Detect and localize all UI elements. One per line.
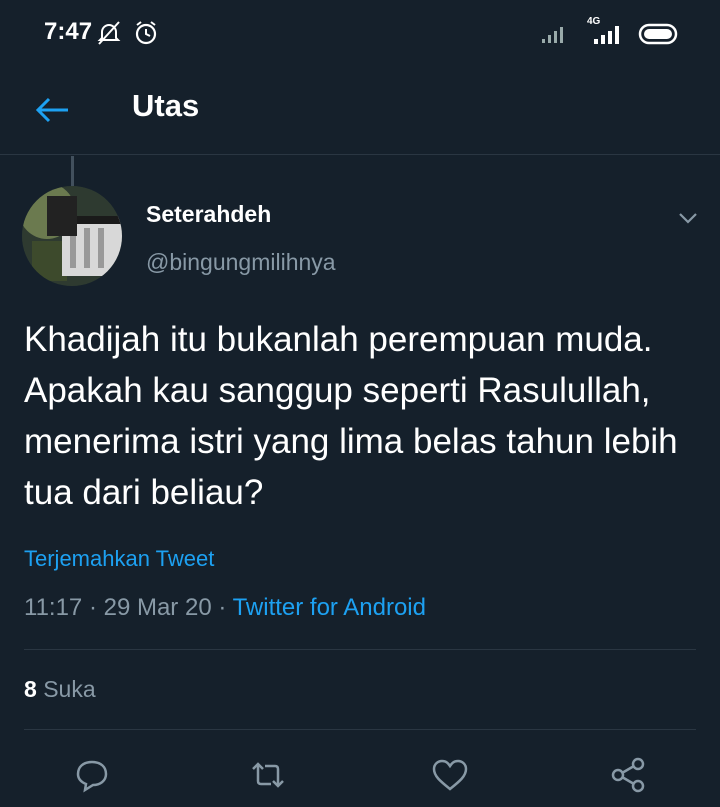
reply-button[interactable] [72, 755, 112, 795]
divider [24, 729, 696, 730]
translate-tweet-link[interactable]: Terjemahkan Tweet [24, 546, 214, 572]
arrow-left-icon [34, 90, 74, 130]
battery-icon [638, 22, 682, 46]
tweet-text: Khadijah itu bukanlah perempuan muda. Ap… [24, 320, 678, 512]
like-button[interactable] [430, 755, 470, 795]
chevron-down-icon [676, 206, 700, 230]
page-title: Utas [132, 88, 200, 123]
notification-off-icon [96, 20, 122, 46]
signal-icon [540, 24, 570, 44]
likes-label: Suka [43, 676, 96, 702]
tweet-handle[interactable]: @bingungmilihnya [146, 249, 336, 276]
status-bar: 7:47 4G [0, 0, 720, 66]
divider [24, 649, 696, 650]
tweet-meta: 11:17 · 29 Mar 20 · Twitter for Android [24, 594, 426, 622]
retweet-button[interactable] [248, 755, 288, 795]
share-icon [608, 755, 648, 795]
back-button[interactable] [34, 90, 74, 130]
reply-icon [72, 755, 112, 795]
tweet-timestamp: 11:17 · 29 Mar 20 · [24, 594, 233, 621]
likes-number: 8 [24, 676, 37, 702]
tweet-options-button[interactable] [676, 206, 700, 230]
alarm-icon [133, 20, 159, 46]
app-header: Utas [0, 66, 720, 155]
network-label: 4G [587, 16, 601, 27]
tweet-display-name[interactable]: Seterahdeh [146, 201, 271, 228]
likes-count[interactable]: 8 Suka [24, 676, 96, 703]
retweet-icon [248, 755, 288, 795]
status-time: 7:47 [44, 18, 93, 45]
like-icon [430, 755, 470, 795]
tweet-source-link[interactable]: Twitter for Android [233, 594, 426, 621]
signal-4g-icon: 4G [584, 14, 628, 46]
thread-connector-line [71, 156, 74, 186]
avatar[interactable] [22, 186, 122, 286]
share-button[interactable] [608, 755, 648, 795]
